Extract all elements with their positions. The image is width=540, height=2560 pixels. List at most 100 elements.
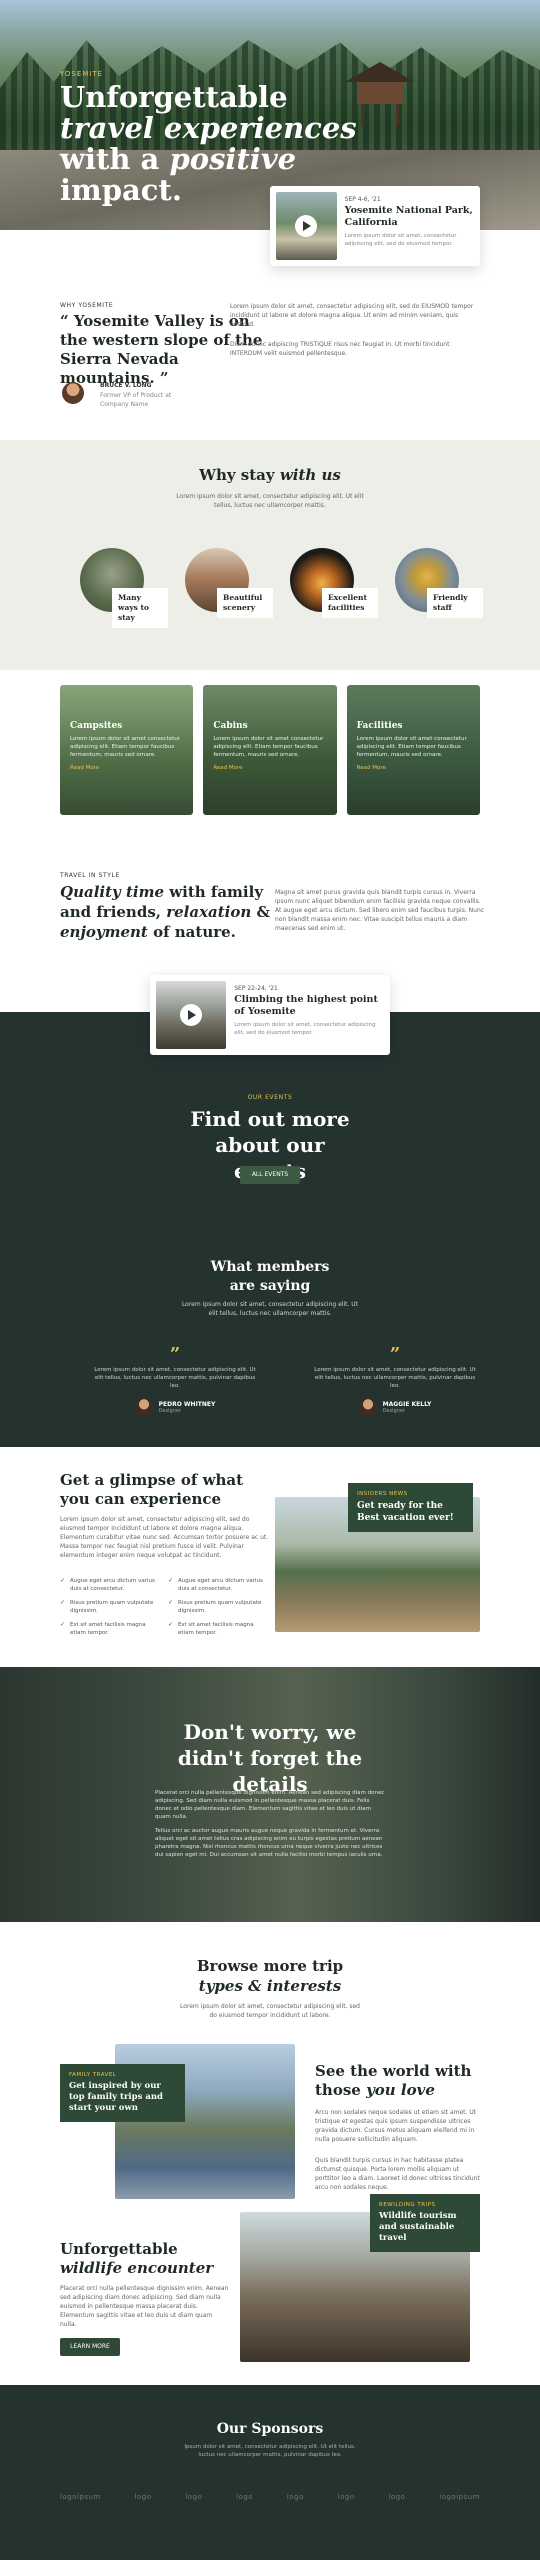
accommodation-cards: Campsites Lorem ipsum dolor sit amet con…: [60, 685, 480, 815]
section-subtitle: Lorem ipsum dolor sit amet, consectetur …: [180, 2003, 360, 2019]
sponsor-logos: logoipsum logo logo logo logo logo logo …: [60, 2485, 480, 2509]
rewilding-badge[interactable]: REWILDING TRIPS Wildlife tourism and sus…: [370, 2194, 480, 2252]
feature-friendly-staff[interactable]: Friendly staff: [395, 548, 483, 628]
section-paragraph: Magna sit amet purus gravida quis blandi…: [275, 889, 485, 932]
sponsor-logo[interactable]: logoipsum: [60, 2493, 101, 2501]
testimonials-title: What members are saying: [210, 1259, 330, 1294]
card-title: Campsites: [70, 721, 123, 731]
feature-label: Excellent facilities: [322, 588, 378, 618]
section-paragraph: Lorem ipsum dolor sit amet, consectetur …: [60, 1516, 269, 1559]
avatar: [134, 1398, 153, 1416]
section-title: Get a glimpse of what you can experience: [60, 1471, 244, 1508]
badge-title: Get inspired by our top family trips and…: [69, 2081, 163, 2113]
event-card-climbing[interactable]: SEP 22-24, '21 Climbing the highest poin…: [150, 975, 390, 1055]
testimonials-subtitle: Lorem ipsum dolor sit amet, consectetur …: [181, 1301, 359, 1317]
badge-kicker: INSIDERS NEWS: [357, 1491, 408, 1497]
badge-kicker: FAMILY TRAVEL: [69, 2072, 117, 2078]
sponsor-logo[interactable]: logo: [135, 2493, 152, 2501]
hero-kicker: YOSEMITE: [60, 70, 104, 78]
news-badge[interactable]: INSIDERS NEWS Get ready for the Best vac…: [348, 1483, 473, 1532]
intro-paragraph-2: Diam donec adipiscing TRISTIQUE risus ne…: [230, 341, 450, 357]
learn-more-button[interactable]: LEARN MORE: [60, 2338, 120, 2356]
sponsors-section: Our Sponsors Ipsum dolor sit amet, conse…: [0, 2385, 540, 2560]
see-world-title: See the world with those you love: [315, 2062, 472, 2099]
avatar: [358, 1398, 377, 1416]
check-list-item: Est sit amet facilisis magna etiam tempo…: [60, 1621, 155, 1637]
author-role: Former VP of Product at Company Name: [100, 392, 172, 408]
section-kicker: TRAVEL IN STYLE: [60, 872, 120, 879]
card-campsites[interactable]: Campsites Lorem ipsum dolor sit amet con…: [60, 685, 194, 815]
event-card-yosemite[interactable]: SEP 4-6, '21 Yosemite National Park, Cal…: [270, 186, 480, 266]
card-title: Facilities: [356, 721, 403, 731]
why-stay-section: Why stay with us Lorem ipsum dolor sit a…: [0, 440, 540, 670]
read-more-link[interactable]: Read More: [357, 765, 470, 771]
badge-title: Wildlife tourism and sustainable travel: [379, 2211, 457, 2243]
family-travel-badge[interactable]: FAMILY TRAVEL Get inspired by our top fa…: [60, 2064, 185, 2122]
member-name: PEDRO WHITNEY: [158, 1400, 216, 1408]
card-description: Lorem ipsum dolor sit amet consectetur a…: [356, 736, 467, 758]
why-yosemite-section: WHY YOSEMITE “ Yosemite Valley is on the…: [0, 290, 540, 440]
event-description: Lorem ipsum dolor sit amet, consectetur …: [234, 1022, 376, 1036]
intro-paragraph-1: Lorem ipsum dolor sit amet, consectetur …: [230, 303, 474, 328]
section-subtitle: Lorem ipsum dolor sit amet, consectetur …: [176, 493, 364, 509]
feature-many-ways[interactable]: Many ways to stay: [80, 548, 168, 628]
details-paragraph-1: Placerat orci nulla pellentesque digniss…: [155, 1790, 385, 1820]
play-icon[interactable]: [180, 1004, 203, 1026]
section-title: Don't worry, we didn't forget the detail…: [177, 1720, 363, 1796]
section-title: Our Sponsors: [216, 2421, 324, 2437]
card-facilities[interactable]: Facilities Lorem ipsum dolor sit amet co…: [346, 685, 480, 815]
see-world-paragraph-1: Arcu non sodales neque sodales ut etiam …: [315, 2109, 477, 2143]
wildlife-paragraph: Placerat orci nulla pellentesque digniss…: [60, 2285, 229, 2328]
sponsor-logo[interactable]: logo: [287, 2493, 304, 2501]
section-title: Why stay with us: [199, 466, 341, 484]
card-cabins[interactable]: Cabins Lorem ipsum dolor sit amet consec…: [203, 685, 337, 815]
sponsor-logo[interactable]: logo: [388, 2493, 405, 2501]
badge-kicker: REWILDING TRIPS: [379, 2202, 436, 2208]
event-thumbnail: [156, 981, 227, 1049]
section-title: Browse more trip types & interests: [196, 1957, 344, 1995]
author-name: BRUCE V. LONG: [100, 382, 152, 389]
testimonial-text: Lorem ipsum dolor sit amet, consectetur …: [94, 1367, 256, 1389]
check-list-item: Augue eget arcu dictum varius duis at co…: [168, 1577, 263, 1593]
read-more-link[interactable]: Read More: [213, 765, 326, 771]
feature-excellent-facilities[interactable]: Excellent facilities: [290, 548, 378, 628]
feature-label: Friendly staff: [427, 588, 483, 618]
feature-beautiful-scenery[interactable]: Beautiful scenery: [185, 548, 273, 628]
page: YOSEMITE Unforgettable travel experience…: [0, 0, 540, 2560]
section-title: Quality time with family and friends, re…: [60, 883, 271, 941]
event-title[interactable]: Yosemite National Park, California: [345, 205, 474, 229]
card-description: Lorem ipsum dolor sit amet consectetur a…: [213, 736, 324, 758]
member-role: Designer: [382, 1407, 406, 1414]
all-events-button[interactable]: ALL EVENTS: [240, 1166, 300, 1184]
event-date: SEP 22-24, '21: [234, 985, 278, 992]
sponsor-logo[interactable]: logoipsum: [439, 2493, 480, 2501]
details-section: Don't worry, we didn't forget the detail…: [0, 1667, 540, 1922]
details-paragraph-2: Tellus orci ac auctor augue mauris augue…: [155, 1828, 383, 1858]
event-thumbnail: [276, 192, 337, 260]
sponsor-logo[interactable]: logo: [185, 2493, 202, 2501]
play-icon[interactable]: [295, 215, 318, 237]
check-list-item: Augue eget arcu dictum varius duis at co…: [60, 1577, 155, 1593]
member-name: MAGGIE KELLY: [382, 1400, 432, 1408]
read-more-link[interactable]: Read More: [70, 765, 183, 771]
section-paragraph: Placerat orci nulla pellentesque digniss…: [155, 1789, 385, 1859]
avatar: [62, 382, 84, 404]
browse-section: Browse more trip types & interests Lorem…: [0, 1922, 540, 2382]
badge-title: Get ready for the Best vacation ever!: [357, 1501, 454, 1523]
event-date: SEP 4-6, '21: [344, 196, 381, 203]
feature-label: Beautiful scenery: [217, 588, 273, 618]
member-role: Designer: [158, 1407, 182, 1414]
card-title: Cabins: [213, 721, 248, 731]
wildlife-title: Unforgettable wildlife encounter: [60, 2240, 214, 2277]
card-description: Lorem ipsum dolor sit amet consectetur a…: [70, 736, 181, 758]
see-world-paragraph-2: Quis blandit turpis cursus in hac habita…: [315, 2157, 480, 2191]
glimpse-section: Get a glimpse of what you can experience…: [0, 1447, 540, 1667]
event-title[interactable]: Climbing the highest point of Yosemite: [234, 994, 384, 1018]
quote-icon: ”: [389, 1344, 401, 1365]
section-kicker: WHY YOSEMITE: [60, 302, 114, 309]
sponsor-logo[interactable]: logo: [236, 2493, 253, 2501]
event-description: Lorem ipsum dolor sit amet, consectetur …: [344, 233, 457, 247]
testimonial-card: ” Lorem ipsum dolor sit amet, consectetu…: [90, 1346, 260, 1416]
sponsor-logo[interactable]: logo: [338, 2493, 355, 2501]
check-list-item: Risus pretium quam vulputate dignissim.: [60, 1599, 155, 1615]
